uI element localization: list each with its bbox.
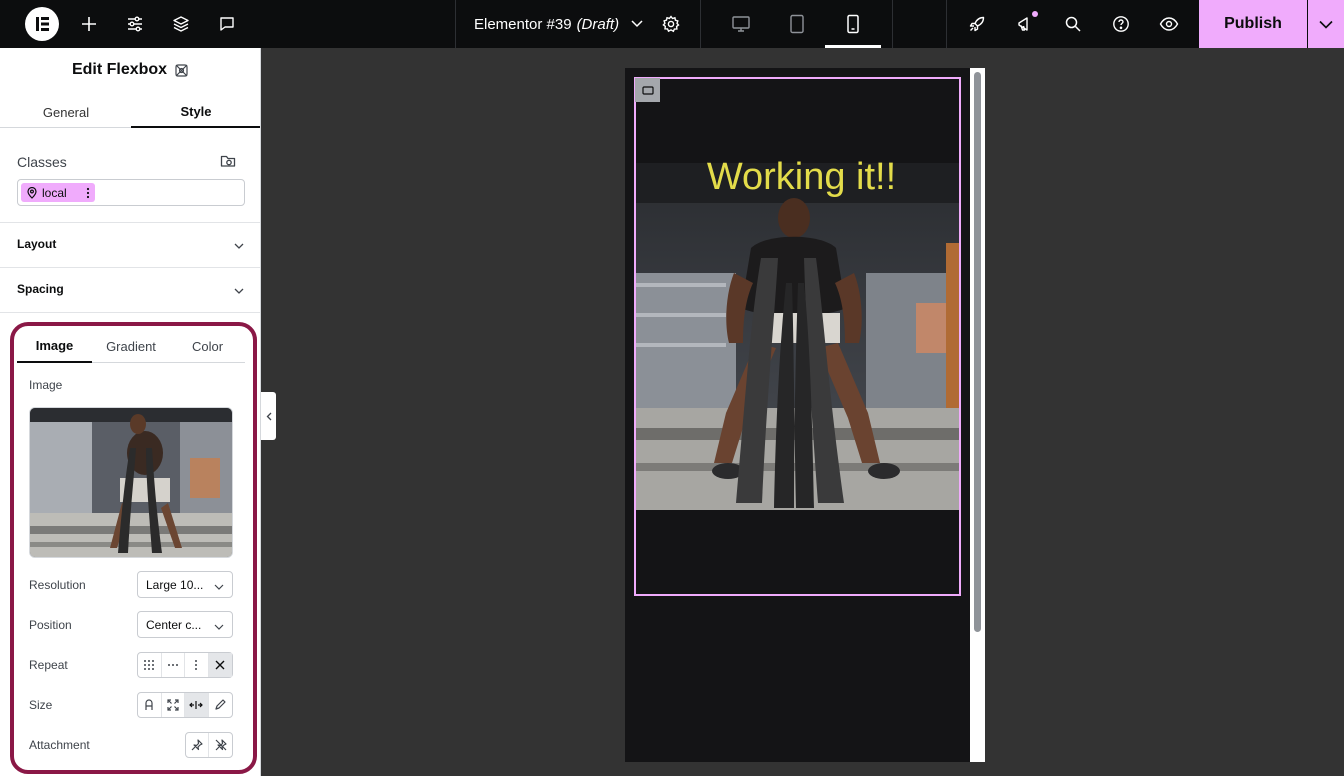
publish-button[interactable]: Publish	[1199, 0, 1307, 48]
chevron-down-icon	[234, 282, 244, 300]
comments-icon[interactable]	[214, 0, 240, 48]
more-vertical-icon[interactable]	[86, 187, 90, 199]
preview-icon[interactable]	[1156, 0, 1182, 48]
highlight-frame	[10, 322, 257, 774]
section-label: Layout	[17, 237, 57, 251]
divider	[700, 0, 701, 48]
editor-panel: Edit Flexbox General Style Classes local…	[0, 48, 261, 776]
help-icon[interactable]	[1108, 0, 1134, 48]
class-chip-label: local	[42, 185, 67, 200]
panel-header: Edit Flexbox	[0, 48, 260, 92]
atomic-element-icon	[174, 63, 189, 78]
add-icon[interactable]	[76, 0, 102, 48]
divider	[455, 0, 456, 48]
tab-general[interactable]: General	[1, 96, 131, 128]
site-settings-icon[interactable]	[122, 0, 148, 48]
document-status: (Draft)	[576, 15, 620, 33]
mobile-icon[interactable]	[840, 0, 866, 48]
panel-tabs: General Style	[0, 96, 260, 128]
top-bar: Elementor #39 (Draft) Publish	[0, 0, 1344, 48]
preview-scrollbar-thumb[interactable]	[974, 72, 981, 632]
chevron-down-icon	[631, 20, 643, 28]
divider	[946, 0, 947, 48]
chevron-down-icon	[234, 237, 244, 255]
elementor-logo-icon[interactable]	[25, 7, 59, 41]
panel-title: Edit Flexbox	[71, 61, 168, 78]
divider	[892, 0, 893, 48]
class-chip[interactable]: local	[21, 183, 95, 202]
chevron-left-icon	[266, 412, 272, 421]
section-layout[interactable]: Layout	[0, 222, 260, 266]
launchpad-icon[interactable]	[964, 0, 990, 48]
class-manager-icon[interactable]	[220, 153, 237, 174]
structure-icon[interactable]	[168, 0, 194, 48]
document-name: Elementor #39	[474, 15, 572, 33]
flexbox-handle-icon[interactable]	[635, 78, 660, 102]
map-pin-icon	[27, 186, 37, 199]
collapse-panel-button[interactable]	[261, 392, 276, 440]
section-spacing[interactable]: Spacing	[0, 267, 260, 311]
classes-input[interactable]: local	[17, 179, 245, 206]
tablet-icon[interactable]	[784, 0, 810, 48]
selected-flexbox-outline[interactable]	[634, 77, 961, 596]
active-device-indicator	[825, 45, 881, 48]
notification-dot	[1032, 11, 1038, 17]
publish-options-icon[interactable]	[1308, 0, 1344, 48]
desktop-icon[interactable]	[728, 0, 754, 48]
classes-label: Classes	[17, 154, 67, 170]
whats-new-icon[interactable]	[1012, 0, 1038, 48]
section-label: Spacing	[17, 282, 64, 296]
finder-icon[interactable]	[1060, 0, 1086, 48]
tab-style[interactable]: Style	[131, 96, 260, 128]
divider	[0, 312, 260, 313]
document-settings-icon[interactable]	[658, 0, 684, 48]
document-title[interactable]: Elementor #39 (Draft)	[474, 0, 643, 48]
